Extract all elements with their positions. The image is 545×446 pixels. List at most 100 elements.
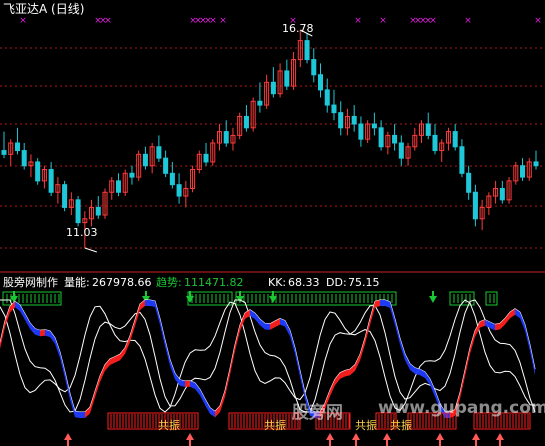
candle-body [163, 157, 169, 174]
up-arrow-icon [436, 433, 444, 440]
trend-band-segment [520, 312, 525, 331]
dd-value: 75.15 [348, 276, 380, 289]
top-marker: × [219, 16, 227, 26]
candle-body [392, 134, 398, 144]
candle-body [176, 184, 182, 197]
watermark-cn: 股旁网 [292, 403, 343, 423]
trend-band-segment [80, 412, 85, 418]
top-marker: × [429, 16, 437, 26]
trend-band-segment [225, 368, 230, 397]
candle-body [95, 206, 101, 216]
trend-value: 111471.82 [184, 276, 244, 289]
candle-body [48, 169, 54, 193]
trend-band-segment [170, 359, 175, 380]
candle-body [533, 161, 539, 167]
trend-band-segment [135, 304, 140, 327]
candle-body [499, 187, 505, 201]
trend-band-segment [425, 372, 430, 386]
trend-band-segment [55, 337, 60, 359]
trend-band-segment [280, 318, 285, 327]
trend-band-segment [255, 313, 260, 326]
trend-band-segment [90, 391, 95, 414]
trend-band-segment [400, 338, 405, 361]
chart-title: 飞亚达A (日线) [3, 2, 85, 16]
trend-band-segment [180, 379, 185, 387]
price-high-label: 16.78 [282, 22, 314, 35]
trend-band-segment [45, 329, 50, 338]
trend-band-segment [185, 380, 190, 387]
price-low-label: 11.03 [66, 226, 98, 239]
candle-body [203, 153, 209, 163]
trend-band-segment [235, 324, 240, 351]
watermark-url: www.gupang.com [378, 398, 545, 418]
trend-band-segment [160, 318, 165, 347]
trend-band-segment [130, 320, 135, 343]
candle-body [169, 172, 175, 186]
trend-band-segment [395, 319, 400, 345]
candle-body [75, 199, 81, 224]
candle-body [62, 184, 68, 208]
candle-body [156, 146, 162, 159]
top-marker: × [209, 16, 217, 26]
trend-band-segment [165, 340, 170, 366]
trend-band-segment [380, 300, 385, 306]
trend-band-segment [505, 312, 510, 325]
top-marker: × [464, 16, 472, 26]
trend-band-segment [0, 321, 5, 349]
trend-band-segment [60, 352, 65, 379]
candle-body [351, 115, 357, 125]
candle-body [284, 70, 290, 87]
candle-body [1, 150, 7, 155]
candle-body [466, 172, 472, 193]
trend-band-segment [50, 331, 55, 344]
candle-body [142, 153, 148, 167]
top-marker: × [379, 16, 387, 26]
trend-band-segment [340, 370, 345, 379]
kk-label: KK: [268, 276, 287, 289]
trend-label: 趋势: [156, 276, 182, 289]
candle-body [324, 89, 330, 106]
kk-value: 68.33 [288, 276, 320, 289]
candle-body [223, 131, 229, 144]
trend-band-segment [85, 407, 90, 418]
signal-box [187, 291, 233, 306]
trend-band-segment [335, 372, 340, 386]
resonance-label-4: 共振 [390, 419, 412, 432]
top-marker: × [354, 16, 362, 26]
down-arrow-icon [429, 296, 437, 303]
trend-band-segment [155, 300, 160, 325]
trend-band-segment [195, 382, 200, 396]
candle-body [459, 146, 465, 174]
trend-band-segment [465, 348, 470, 377]
trend-band-segment [65, 372, 70, 400]
trend-band-segment [40, 329, 45, 337]
trend-band-segment [470, 330, 475, 355]
candle-body [115, 180, 122, 193]
volume-label: 量能: [64, 276, 90, 289]
candle-body [129, 172, 135, 178]
trend-band-segment [460, 370, 465, 399]
top-marker: × [104, 16, 112, 26]
up-arrow-icon [64, 433, 72, 440]
candle-body [21, 150, 27, 167]
candle-body [257, 100, 263, 106]
trend-band-segment [230, 344, 235, 375]
trend-band-segment [30, 322, 35, 335]
trend-band-segment [300, 370, 305, 400]
candle-body [520, 165, 526, 178]
candle-body [243, 115, 249, 129]
chart-window: × × × × × × × × × × × × × × × × × × × × 飞亚达A (日线) 16.78 11.… [0, 0, 545, 446]
indicator-name: 股旁网制作 [3, 276, 58, 289]
trend-band-segment [115, 354, 120, 363]
candle-body [270, 81, 276, 95]
up-arrow-icon [472, 433, 480, 440]
top-marker: × [19, 16, 27, 26]
volume-value: 267978.66 [92, 276, 152, 289]
trend-band-segment [145, 300, 150, 306]
trend-band-segment [190, 380, 195, 389]
up-arrow-icon [496, 433, 504, 440]
trend-band-segment [70, 393, 75, 418]
down-arrow-icon [186, 296, 194, 303]
top-marker: × [534, 16, 542, 26]
signal-box [485, 291, 498, 306]
